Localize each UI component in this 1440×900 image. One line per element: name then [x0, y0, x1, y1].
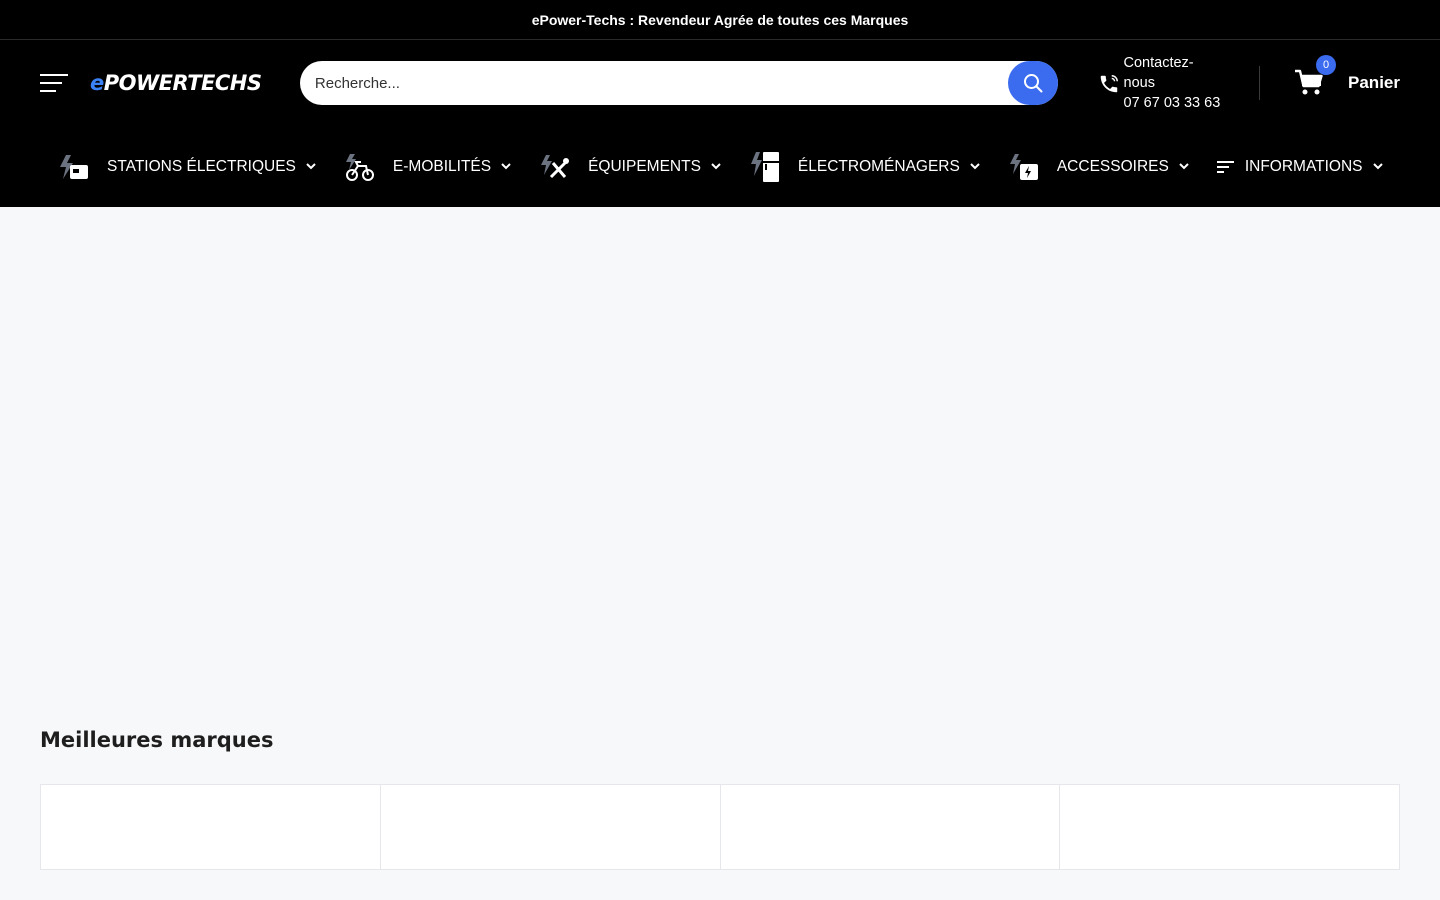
- brand-card[interactable]: [41, 785, 381, 869]
- announcement-text: ePower-Techs : Revendeur Agrée de toutes…: [531, 11, 909, 28]
- list-icon: [1216, 160, 1235, 174]
- cart-count-badge: 0: [1316, 55, 1337, 75]
- brand-card[interactable]: [721, 785, 1061, 869]
- nav-item-electromenagers[interactable]: ÉLECTROMÉNAGERS: [749, 147, 980, 187]
- nav-item-accessoires[interactable]: ACCESSOIRES: [1008, 147, 1189, 187]
- hero-placeholder: [0, 207, 1440, 700]
- cart-button[interactable]: 0 Panier: [1294, 55, 1400, 97]
- chevron-down-icon: [306, 163, 316, 170]
- battery-icon: [1008, 152, 1040, 182]
- main-nav: STATIONS ÉLECTRIQUES E-MOBILITÉS ÉQUIPEM…: [0, 126, 1440, 207]
- nav-label: INFORMATIONS: [1244, 157, 1363, 175]
- logo-wordmark: POWERTECHS: [103, 71, 262, 95]
- chevron-down-icon: [1372, 163, 1383, 170]
- chevron-down-icon: [501, 163, 511, 170]
- chevron-down-icon: [711, 163, 721, 170]
- header-divider: [1259, 66, 1261, 100]
- brands-title: Meilleures marques: [40, 728, 274, 752]
- search-bar: [299, 61, 1058, 105]
- search-icon: [1023, 74, 1043, 93]
- bike-icon: [344, 152, 376, 182]
- announcement-bar: ePower-Techs : Revendeur Agrée de toutes…: [0, 0, 1440, 40]
- search-button[interactable]: [1007, 61, 1058, 105]
- logo-e: e: [89, 71, 104, 95]
- contact-block[interactable]: Contactez-nous 07 67 03 33 63: [1098, 53, 1226, 113]
- site-logo[interactable]: ePOWERTECHS: [90, 70, 262, 96]
- power-station-icon: [58, 153, 90, 181]
- brands-grid: [40, 784, 1400, 870]
- nav-item-equipements[interactable]: ÉQUIPEMENTS: [539, 147, 721, 187]
- nav-label: STATIONS ÉLECTRIQUES: [107, 157, 296, 175]
- chevron-down-icon: [1179, 163, 1189, 170]
- search-input[interactable]: [314, 74, 1008, 92]
- chevron-down-icon: [970, 163, 980, 170]
- menu-toggle-button[interactable]: [40, 71, 70, 95]
- nav-item-e-mobilites[interactable]: E-MOBILITÉS: [344, 147, 511, 187]
- nav-label: ÉQUIPEMENTS: [588, 157, 701, 175]
- tools-icon: [539, 153, 571, 181]
- contact-phone: 07 67 03 33 63: [1123, 95, 1221, 111]
- site-header: ePOWERTECHS Contactez-nous 07 67 03 33 6…: [0, 40, 1440, 126]
- nav-label: ÉLECTROMÉNAGERS: [797, 157, 960, 175]
- contact-label: Contactez-nous: [1123, 55, 1194, 91]
- nav-item-informations[interactable]: INFORMATIONS: [1216, 147, 1383, 187]
- brand-card[interactable]: [1060, 785, 1399, 869]
- nav-item-stations[interactable]: STATIONS ÉLECTRIQUES: [58, 147, 316, 187]
- nav-label: E-MOBILITÉS: [392, 157, 492, 175]
- brand-card[interactable]: [381, 785, 721, 869]
- fridge-icon: [749, 150, 781, 184]
- phone-icon: [1100, 75, 1118, 93]
- cart-label: Panier: [1348, 73, 1400, 92]
- nav-label: ACCESSOIRES: [1056, 157, 1169, 175]
